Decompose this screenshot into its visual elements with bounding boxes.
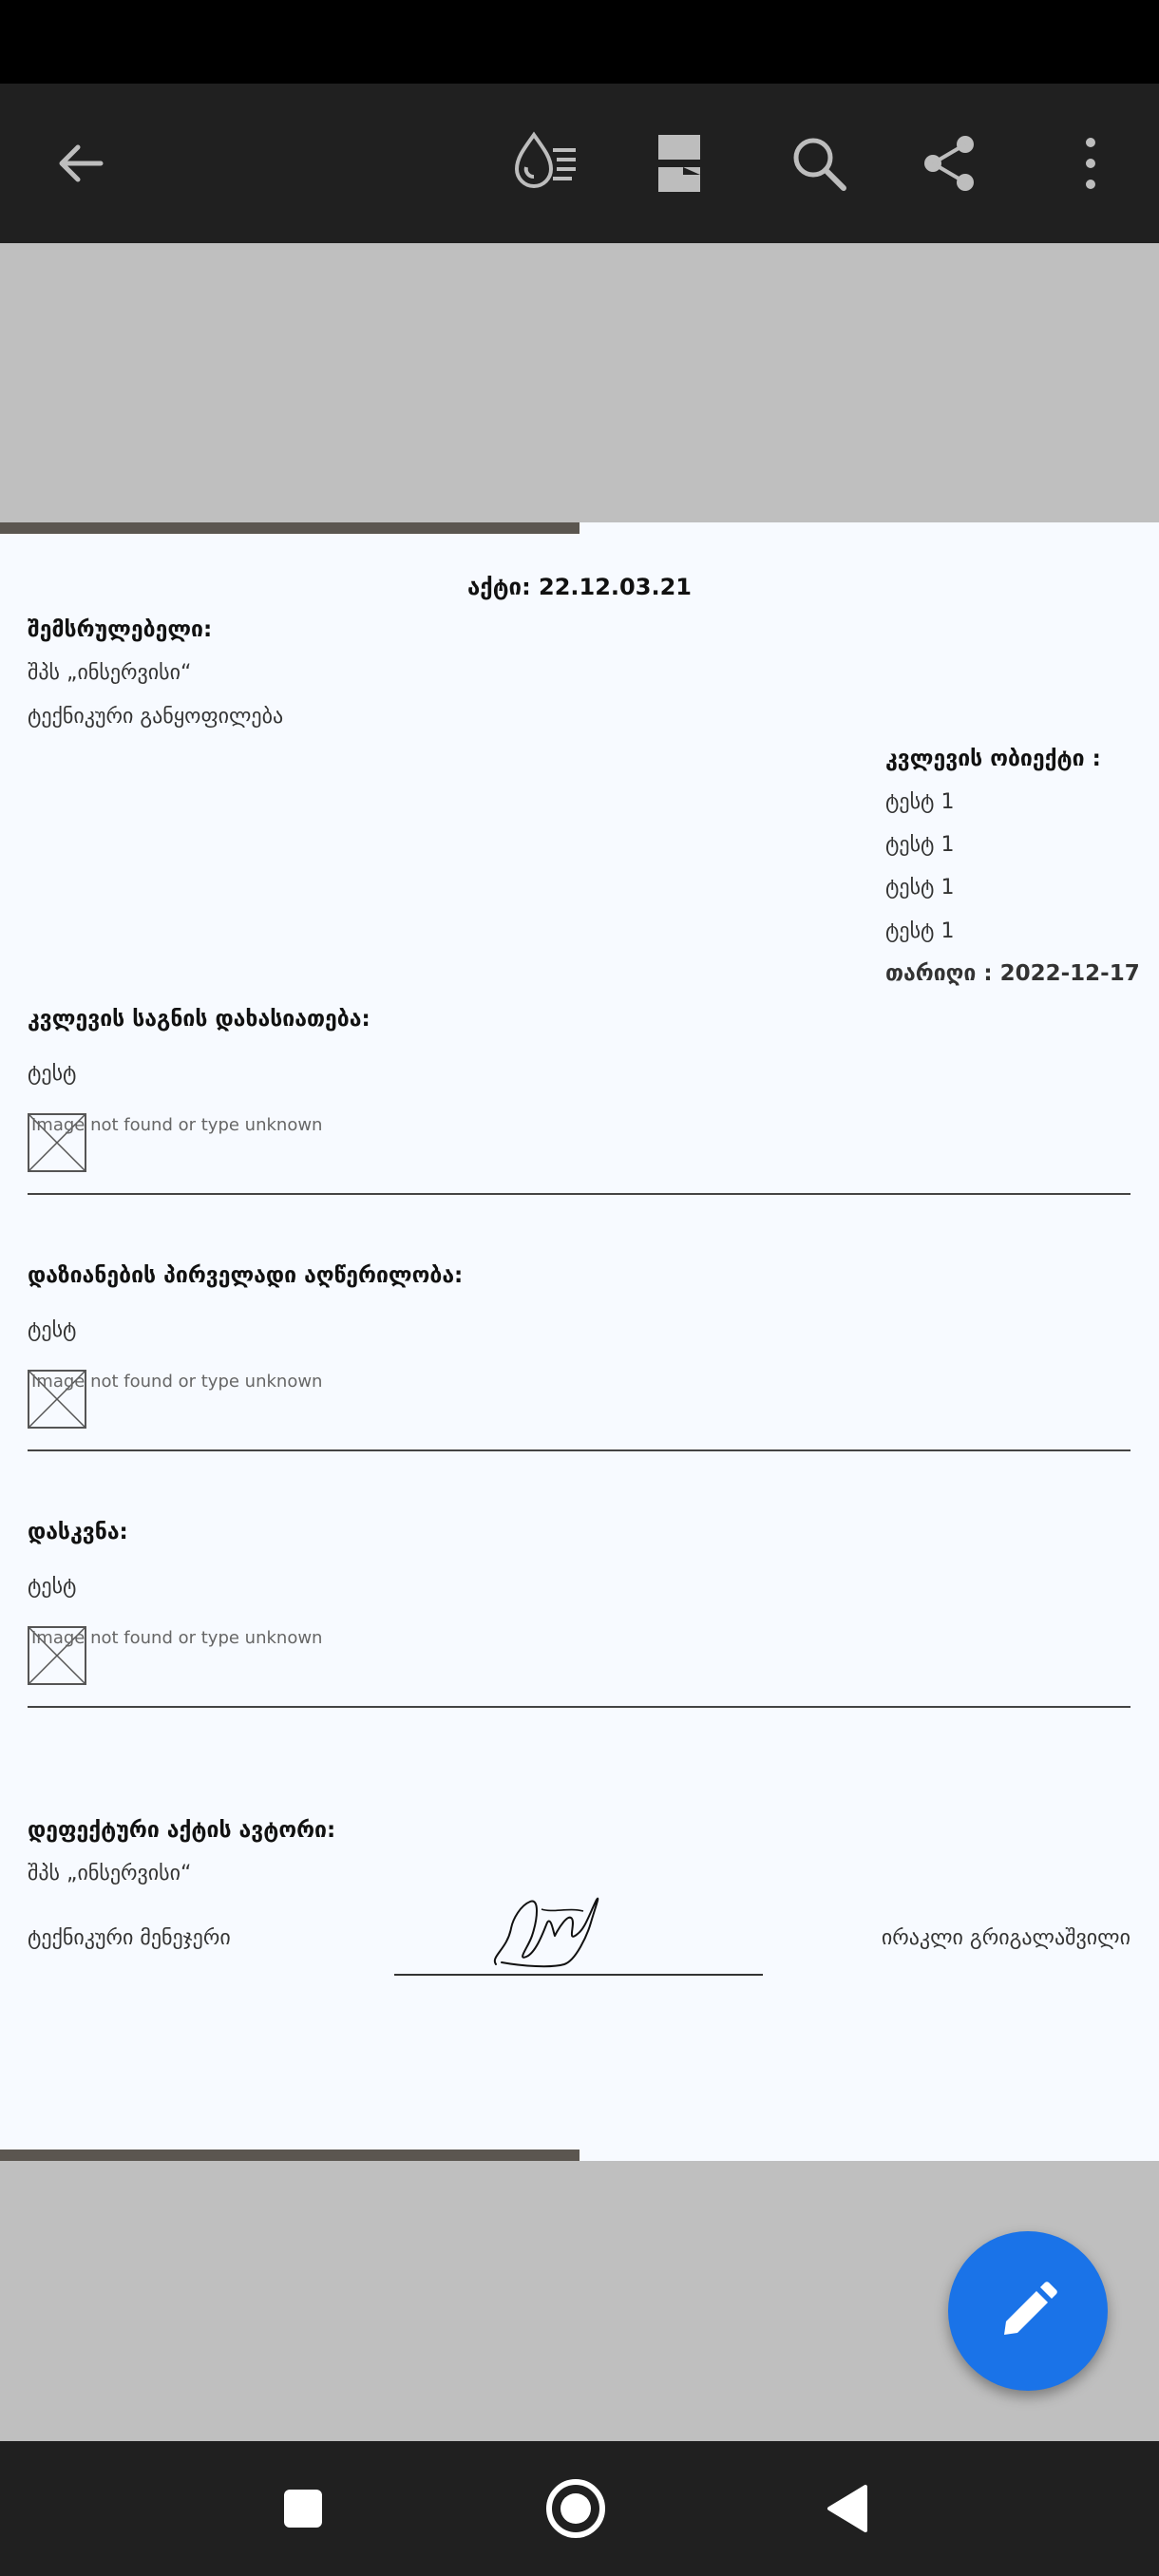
edit-pencil-icon <box>1004 2282 1057 2335</box>
recents-square-icon <box>284 2490 322 2528</box>
status-bar <box>0 0 1159 84</box>
act-title: აქტი: 22.12.03.21 <box>467 574 692 600</box>
image-alt-text: Image not found or type unknown <box>31 1372 323 1392</box>
image-alt-text: Image not found or type unknown <box>31 1115 323 1135</box>
share-button[interactable] <box>908 122 992 205</box>
object-item: ტესტ 1 <box>885 790 955 814</box>
top-toolbar <box>0 84 1159 243</box>
divider <box>28 1449 1130 1451</box>
author-label: დეფექტური აქტის ავტორი: <box>28 1818 336 1843</box>
performer-department: ტექნიკური განყოფილება <box>28 705 284 729</box>
object-item: ტესტ 1 <box>885 833 955 857</box>
section-text: ტესტ <box>28 1575 77 1599</box>
page-progress-bottom <box>0 2150 580 2161</box>
section-title: დასკვნა: <box>28 1520 128 1544</box>
search-icon <box>793 138 846 191</box>
object-item: ტესტ 1 <box>885 876 955 900</box>
signature-line <box>394 1974 763 1976</box>
back-triangle-icon <box>827 2485 867 2532</box>
home-button[interactable] <box>542 2475 609 2542</box>
signature-image <box>493 1897 599 1968</box>
back-button[interactable] <box>38 122 122 205</box>
section-title: დაზიანების პირველადი აღწერილობა: <box>28 1263 464 1288</box>
page-layout-icon <box>658 135 700 192</box>
reading-mode-button[interactable] <box>504 122 587 205</box>
author-company: შპს „ინსერვისი“ <box>28 1862 192 1885</box>
viewer-backdrop-top <box>0 243 1159 522</box>
section-title: კვლევის საგნის დახასიათება: <box>28 1007 370 1032</box>
image-alt-text: Image not found or type unknown <box>31 1628 323 1648</box>
date-line: თარიღი : 2022-12-17 <box>885 961 1140 986</box>
system-nav-bar <box>0 2441 1159 2576</box>
recents-button[interactable] <box>270 2475 336 2542</box>
divider <box>28 1193 1130 1195</box>
page-progress-top <box>0 522 580 534</box>
object-label: კვლევის ობიექტი : <box>885 747 1101 771</box>
page-layout-button[interactable] <box>637 122 721 205</box>
back-nav-button[interactable] <box>814 2475 881 2542</box>
section-text: ტესტ <box>28 1318 77 1342</box>
author-position: ტექნიკური მენეჯერი <box>28 1926 231 1950</box>
home-circle-icon <box>546 2479 605 2538</box>
divider <box>28 1706 1130 1708</box>
performer-label: შემსრულებელი: <box>28 617 213 642</box>
author-name: ირაკლი გრიგალაშვილი <box>881 1926 1130 1950</box>
arrow-left-icon <box>59 144 104 182</box>
reading-mode-icon <box>514 131 576 188</box>
section-text: ტესტ <box>28 1062 77 1086</box>
object-item: ტესტ 1 <box>885 919 955 943</box>
search-button[interactable] <box>777 122 861 205</box>
performer-company: შპს „ინსერვისი“ <box>28 661 192 685</box>
share-icon <box>924 136 974 191</box>
edit-fab-button[interactable] <box>948 2231 1108 2391</box>
document-page[interactable]: აქტი: 22.12.03.21 შემსრულებელი: შპს „ინს… <box>0 522 1159 2161</box>
more-vert-icon <box>1086 138 1095 189</box>
more-options-button[interactable] <box>1049 122 1132 205</box>
